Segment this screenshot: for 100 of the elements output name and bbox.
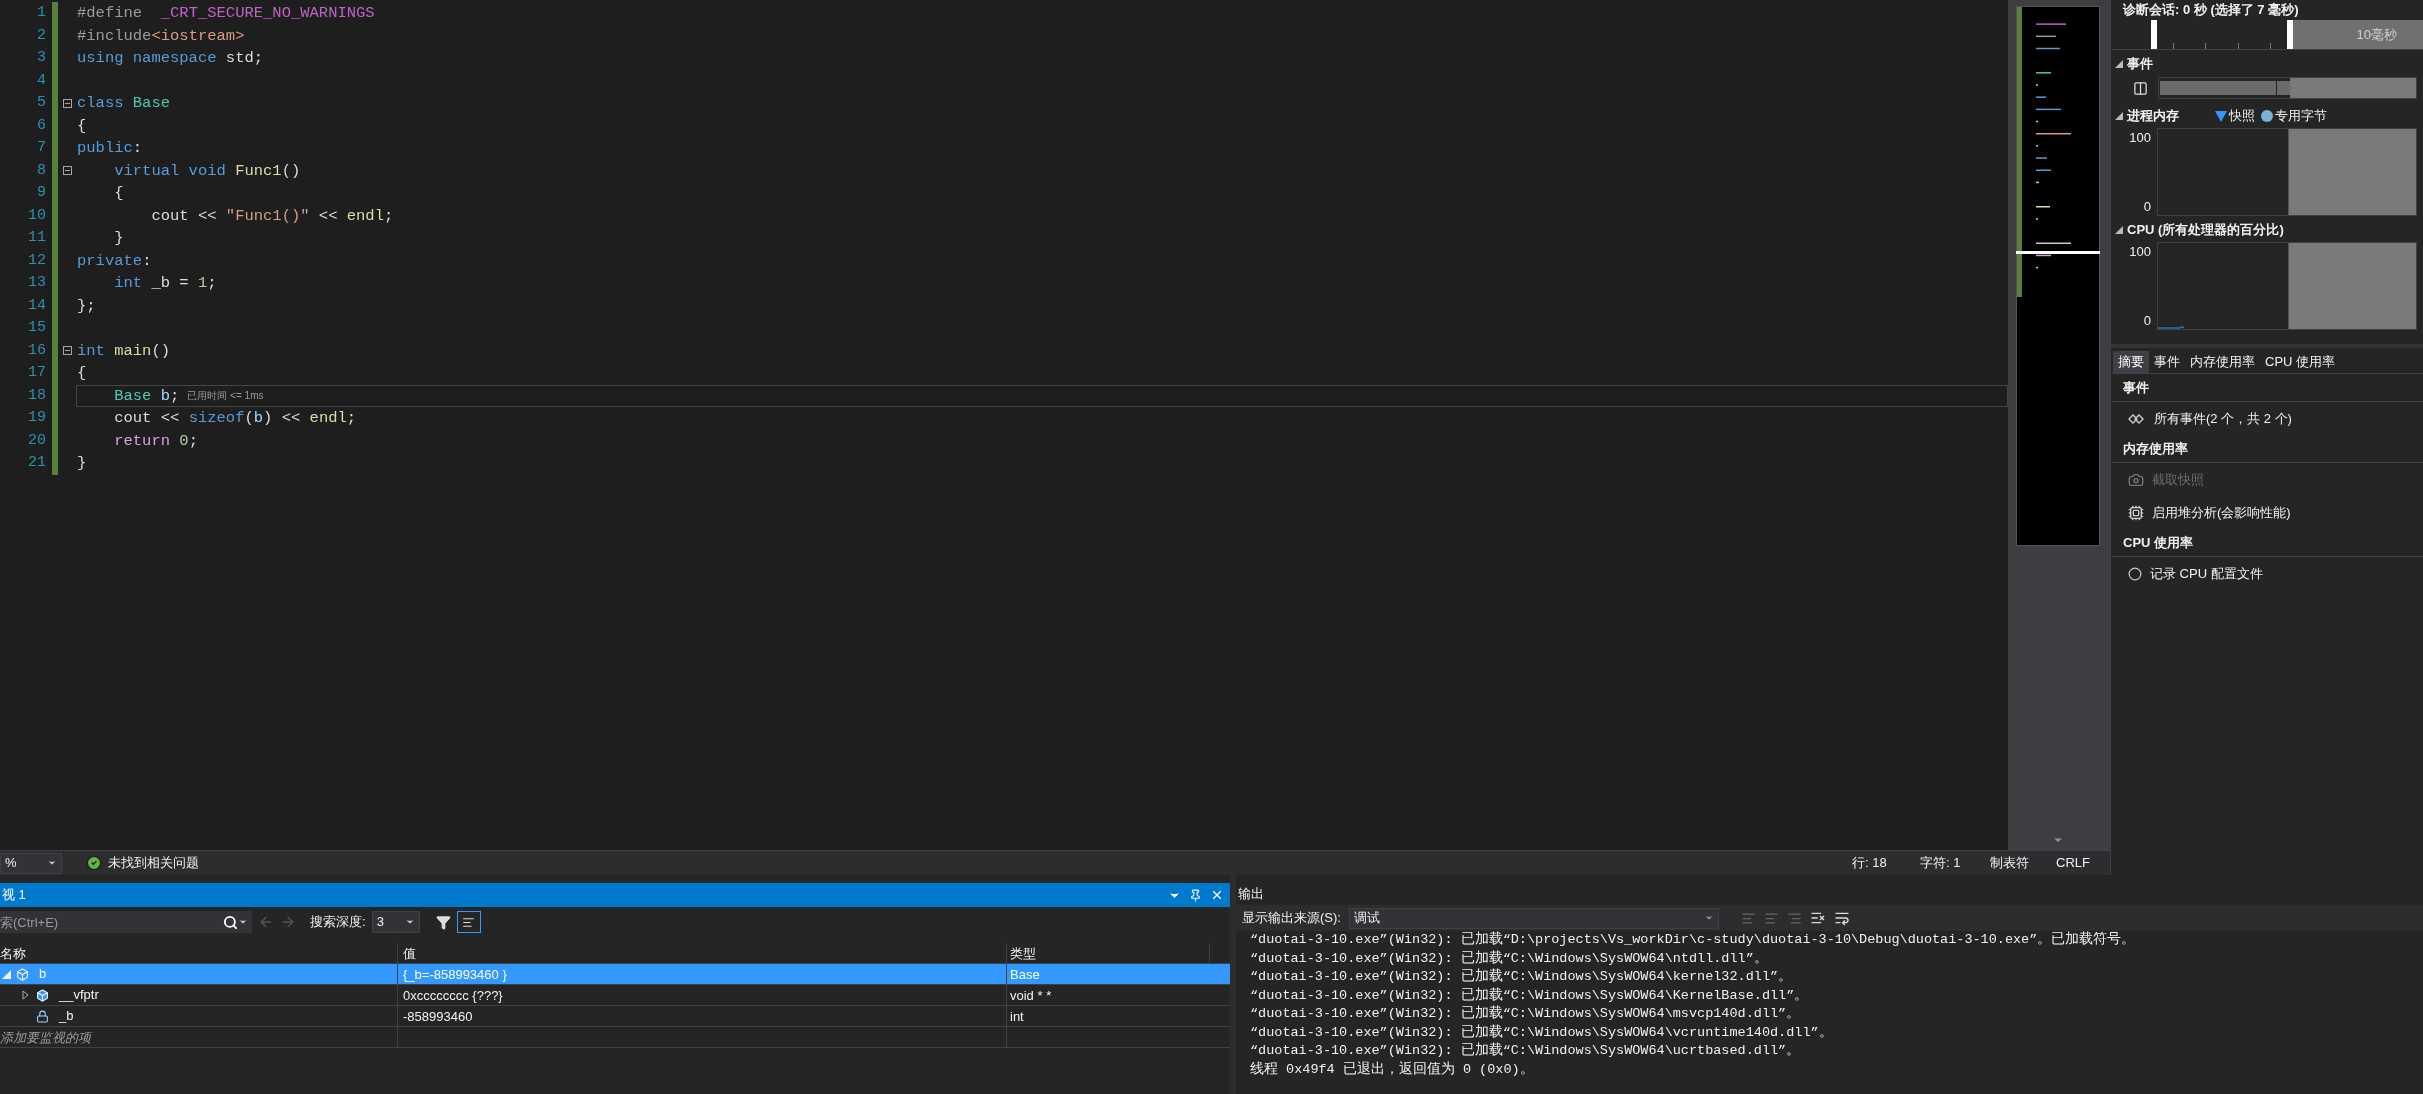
line-indicator: 行: 18 — [1852, 854, 1888, 873]
line-number: 8 — [37, 160, 46, 181]
watch-name: b — [39, 965, 47, 984]
output-line: “duotai-3-10.exe”(Win32): 已加载“C:\Windows\SysWOW64\ntdll.dll”。 — [1250, 949, 1769, 968]
output-line: “duotai-3-10.exe”(Win32): 已加载“C:\Windows\SysWOW64\kernel32.dll”。 — [1250, 968, 1794, 986]
panel-tab[interactable]: CPU 使用率 — [2260, 351, 2341, 373]
cpu-trace-icon — [2158, 326, 2184, 329]
watch-type: int — [1009, 1007, 1025, 1026]
output-line: “duotai-3-10.exe”(Win32): 已加载“C:\Windows\SysWOW64\msvcp140d.dll”。 — [1250, 1005, 1802, 1023]
line-ending-indicator[interactable]: CRLF — [2056, 853, 2110, 873]
code-line: #define _CRT_SECURE_NO_WARNINGS — [77, 3, 375, 24]
expand-triangle-icon[interactable] — [2115, 112, 2123, 120]
watch-name: _b — [59, 1007, 74, 1026]
panel-tab[interactable]: 内存使用率 — [2185, 351, 2260, 373]
action-item[interactable]: 所有事件(2 个，共 2 个) — [2111, 402, 2423, 435]
char-indicator: 字符: 1 — [1920, 854, 1962, 873]
code-line: int main() — [77, 340, 171, 361]
line-number: 1 — [37, 3, 46, 23]
line-number: 2 — [37, 25, 46, 46]
code-line: Base b; — [113, 385, 180, 406]
zoom-dropdown[interactable]: % — [0, 852, 62, 874]
columns-icon[interactable] — [2133, 80, 2148, 96]
check-icon — [86, 855, 102, 871]
clear-all-icon[interactable] — [1809, 910, 1826, 926]
caret-icon[interactable] — [1703, 913, 1714, 923]
line-number: 4 — [37, 70, 46, 91]
output-line: “duotai-3-10.exe”(Win32): 已加载“C:\Windows\SysWOW64\KernelBase.dll”。 — [1250, 986, 1810, 1005]
line-number: 3 — [37, 48, 46, 68]
indent-indicator[interactable]: 制表符 — [1990, 853, 2056, 873]
collapse-icon[interactable] — [62, 166, 72, 176]
depth-label: 搜索深度: — [310, 913, 366, 932]
word-wrap-icon[interactable] — [1833, 910, 1850, 926]
column-header[interactable]: 值 — [398, 943, 1007, 963]
line-number: 18 — [28, 385, 46, 406]
list-view-icon[interactable] — [462, 915, 476, 929]
pin-icon[interactable] — [1189, 888, 1202, 902]
indent-left-icon[interactable] — [1740, 910, 1756, 926]
code-line: }; — [77, 295, 96, 316]
output-line: “duotai-3-10.exe”(Win32): 已加载“D:\projects\Vs_workDir\c-study\duotai-3-10\Debug\duotai-3-10.exe”。已加载符号。 — [1250, 931, 2137, 949]
code-line: #include<iostream> — [77, 25, 245, 46]
code-line: { — [113, 183, 124, 204]
expand-triangle-icon[interactable] — [2115, 226, 2123, 234]
code-line: private: — [77, 250, 152, 271]
indent-icon[interactable] — [1786, 910, 1802, 926]
lock-icon — [36, 1009, 49, 1023]
code-line: class Base — [77, 93, 171, 114]
line-number: 6 — [37, 115, 46, 136]
line-number: 17 — [28, 363, 46, 383]
collapse-icon[interactable] — [62, 346, 72, 356]
issues-status[interactable]: 未找到相关问题 — [108, 853, 199, 873]
line-number: 14 — [28, 295, 46, 316]
code-line: cout << sizeof(b) << endl; — [113, 408, 357, 429]
code-line: return 0; — [113, 430, 198, 451]
watch-row[interactable]: __vfptr 0xcccccccc {???} void * * — [0, 985, 1230, 1006]
caret-icon[interactable] — [47, 858, 57, 868]
code-line: using namespace std; — [77, 48, 264, 69]
line-number: 9 — [37, 183, 46, 203]
watch-name: __vfptr — [59, 986, 99, 1005]
line-number: 16 — [28, 340, 46, 361]
output-line: 线程 0x49f4 已退出，返回值为 0 (0x0)。 — [1250, 1060, 1535, 1079]
watch-value: 0xcccccccc {???} — [398, 985, 1007, 1005]
line-number: 5 — [37, 93, 46, 113]
source-label: 显示输出来源(S): — [1242, 909, 1341, 928]
record-icon — [2128, 566, 2142, 581]
collapsed-triangle-icon[interactable] — [22, 990, 29, 1000]
code-line: { — [77, 363, 87, 384]
expand-triangle-icon[interactable] — [2115, 60, 2123, 68]
watch-row[interactable]: _b -858993460 int — [0, 1006, 1230, 1027]
diamonds-icon — [2128, 413, 2146, 424]
line-number: 21 — [28, 453, 46, 473]
panel-tab[interactable]: 摘要 — [2113, 351, 2149, 373]
panel-tab[interactable]: 事件 — [2149, 351, 2185, 373]
axis-label: 100 — [2129, 129, 2151, 147]
output-source-dropdown[interactable]: 调试 — [1348, 907, 1719, 929]
action-item[interactable]: 启用堆分析(会影响性能) — [2111, 496, 2423, 529]
axis-label: 0 — [2143, 311, 2151, 330]
depth-dropdown[interactable]: 3 — [371, 911, 420, 933]
column-header[interactable]: 类型 — [1007, 943, 1210, 963]
column-header[interactable]: 名称 — [0, 943, 398, 963]
filter-icon[interactable] — [435, 914, 451, 930]
caret-icon[interactable] — [238, 917, 248, 927]
section-title: CPU (所有处理器的百分比) — [2127, 221, 2284, 240]
inline-hint: 已用时间 <= 1ms — [187, 389, 264, 402]
code-line: public: — [77, 138, 143, 159]
caret-icon[interactable] — [404, 917, 415, 927]
close-icon[interactable] — [1210, 888, 1224, 902]
action-item[interactable]: 记录 CPU 配置文件 — [2111, 557, 2423, 590]
search-icon[interactable] — [223, 914, 238, 930]
code-line: } — [113, 228, 124, 249]
expanded-triangle-icon[interactable] — [2, 969, 11, 979]
line-number: 7 — [37, 138, 46, 158]
outdent-icon[interactable] — [1763, 910, 1779, 926]
add-watch-placeholder[interactable]: 添加要监视的项 — [0, 1027, 398, 1047]
line-number: 20 — [28, 430, 46, 451]
collapse-icon[interactable] — [62, 98, 72, 108]
panel-title: 输出 — [1237, 885, 1265, 903]
line-number: 12 — [28, 250, 46, 271]
session-title: 诊断会话: 0 秒 (选择了 7 毫秒) — [2121, 1, 2300, 19]
minimap-drawing[interactable] — [2016, 6, 2100, 546]
line-number: 19 — [28, 408, 46, 428]
